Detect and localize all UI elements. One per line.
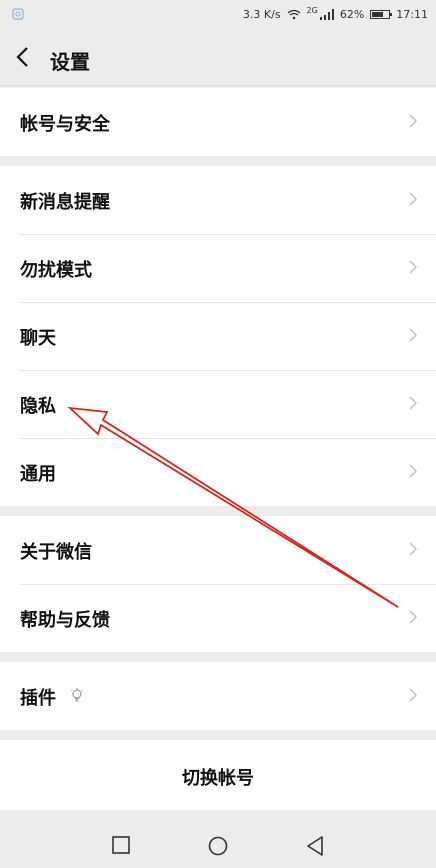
new-message-notify-label: 新消息提醒 <box>20 192 110 213</box>
switch-account-label: 切换帐号 <box>182 768 254 789</box>
do-not-disturb-label: 勿扰模式 <box>20 260 92 281</box>
header-bar: 设置 <box>0 30 436 86</box>
lightbulb-icon <box>71 688 83 702</box>
recent-apps-icon[interactable] <box>112 836 130 854</box>
settings-group-about: 关于微信 帮助与反馈 <box>0 516 436 652</box>
battery-percent: 62% <box>339 8 365 21</box>
signal-icon <box>319 9 334 20</box>
chevron-right-icon <box>409 688 418 702</box>
about-wechat-label: 关于微信 <box>20 542 92 563</box>
network-type: 2G <box>306 6 318 15</box>
chevron-right-icon <box>409 328 418 342</box>
chevron-right-icon <box>409 114 418 128</box>
status-bar: 3.3 K/s 2G 62% 17:11 <box>0 0 436 30</box>
privacy-label: 隐私 <box>20 396 56 417</box>
general-label: 通用 <box>20 464 56 485</box>
back-arrow-icon[interactable] <box>14 46 34 68</box>
chevron-right-icon <box>409 610 418 624</box>
account-security-item[interactable]: 帐号与安全 <box>0 88 436 156</box>
plugins-item[interactable]: 插件 <box>0 662 436 730</box>
chevron-right-icon <box>409 260 418 274</box>
settings-group-account: 帐号与安全 <box>0 88 436 156</box>
help-feedback-item[interactable]: 帮助与反馈 <box>0 584 436 652</box>
page-title: 设置 <box>50 50 90 74</box>
chevron-right-icon <box>409 542 418 556</box>
general-item[interactable]: 通用 <box>0 438 436 506</box>
about-wechat-item[interactable]: 关于微信 <box>0 516 436 584</box>
privacy-item[interactable]: 隐私 <box>0 370 436 438</box>
settings-group-plugins: 插件 <box>0 662 436 730</box>
help-feedback-label: 帮助与反馈 <box>20 610 110 631</box>
switch-account-button[interactable]: 切换帐号 <box>0 740 436 810</box>
new-message-notify-item[interactable]: 新消息提醒 <box>0 166 436 234</box>
wifi-icon <box>287 9 300 20</box>
chevron-right-icon <box>409 192 418 206</box>
battery-icon <box>370 10 393 19</box>
clock: 17:11 <box>396 8 428 21</box>
android-nav-bar <box>0 822 436 868</box>
network-speed: 3.3 K/s <box>242 8 281 21</box>
notification-icon <box>12 8 24 20</box>
chat-item[interactable]: 聊天 <box>0 302 436 370</box>
chevron-right-icon <box>409 464 418 478</box>
settings-group-main: 新消息提醒 勿扰模式 聊天 隐私 通用 <box>0 166 436 506</box>
home-icon[interactable] <box>208 836 228 856</box>
account-security-label: 帐号与安全 <box>20 114 110 135</box>
chevron-right-icon <box>409 396 418 410</box>
do-not-disturb-item[interactable]: 勿扰模式 <box>0 234 436 302</box>
chat-label: 聊天 <box>20 328 56 349</box>
back-triangle-icon[interactable] <box>306 836 324 856</box>
switch-account-group: 切换帐号 <box>0 740 436 810</box>
plugins-label: 插件 <box>20 688 56 709</box>
